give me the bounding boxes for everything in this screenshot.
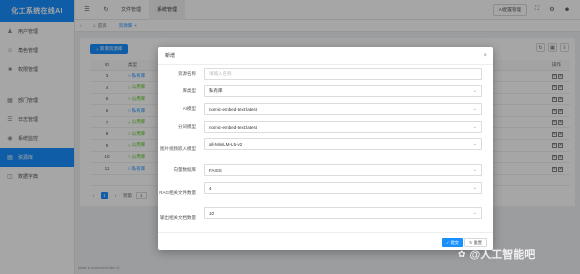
add-resource-dialog: 新增 × 资源名称 请输入名称 库类型 私有库 ⌄ AI模型 nomic-emb…	[158, 47, 493, 250]
field-label: 库类型	[182, 88, 197, 93]
submit-label: 提交	[450, 239, 459, 245]
chevron-down-icon: ⌄	[472, 167, 477, 173]
form-row-rag-count: RAG相关文件数量 4 ⌄	[158, 182, 493, 200]
form-row-tokenizer-model: 分词模型 nomic-embed-text:latest ⌄	[158, 121, 493, 133]
form-row-ai-model: AI模型 nomic-embed-text:latest ⌄	[158, 103, 493, 115]
select-value: nomic-embed-text:latest	[209, 124, 258, 130]
library-type-select[interactable]: 私有库 ⌄	[204, 85, 482, 97]
field-label: 输出相关文档数量	[160, 215, 196, 220]
vector-db-select[interactable]: FAISS ⌄	[204, 164, 482, 176]
chevron-down-icon: ⌄	[472, 210, 477, 216]
form-row-image-model: 图片视频嵌入模型 all-MiniLM-L5-v2 ⌄	[158, 138, 493, 156]
select-value: FAISS	[209, 167, 222, 173]
reset-icon: ↻	[469, 240, 473, 245]
dialog-footer: ✓ 提交 ↻ 重置	[158, 232, 493, 250]
select-value: nomic-embed-text:latest	[209, 106, 258, 112]
ai-model-select[interactable]: nomic-embed-text:latest ⌄	[204, 103, 482, 115]
dialog-title: 新增	[158, 47, 493, 65]
field-label: 向量数据库	[173, 167, 197, 172]
field-label: 图片视频嵌入模型	[160, 146, 196, 151]
reset-label: 重置	[473, 239, 482, 245]
watermark: ✿ @人工智能吧	[458, 246, 535, 262]
select-value: all-MiniLM-L5-v2	[209, 141, 243, 147]
select-value: 4	[209, 185, 212, 191]
check-icon: ✓	[446, 240, 450, 245]
form-row-output-count: 输出相关文档数量 10 ⌄	[158, 207, 493, 225]
image-video-model-select[interactable]: all-MiniLM-L5-v2 ⌄	[204, 138, 482, 150]
form-row-library-type: 库类型 私有库 ⌄	[158, 85, 493, 97]
close-icon[interactable]: ×	[483, 53, 487, 59]
field-label: RAG相关文件数量	[159, 190, 196, 195]
form-row-vector-db: 向量数据库 FAISS ⌄	[158, 164, 493, 176]
field-label: 分词模型	[178, 124, 196, 129]
watermark-text: @人工智能吧	[469, 249, 536, 261]
rag-file-count-select[interactable]: 4 ⌄	[204, 182, 482, 194]
chevron-down-icon: ⌄	[472, 185, 477, 191]
chevron-down-icon: ⌄	[472, 88, 477, 94]
select-value: 私有库	[209, 88, 223, 93]
output-doc-count-select[interactable]: 10 ⌄	[204, 207, 482, 219]
resource-name-input[interactable]: 请输入名称	[204, 68, 482, 80]
watermark-logo-icon: ✿	[458, 248, 466, 259]
chevron-down-icon: ⌄	[472, 106, 477, 112]
field-label: AI模型	[182, 106, 196, 111]
tokenizer-model-select[interactable]: nomic-embed-text:latest ⌄	[204, 121, 482, 133]
form-row-name: 资源名称 请输入名称	[158, 68, 493, 80]
chevron-down-icon: ⌄	[472, 141, 477, 147]
chevron-down-icon: ⌄	[472, 124, 477, 130]
field-label: 资源名称	[178, 71, 196, 76]
select-value: 10	[209, 210, 215, 216]
